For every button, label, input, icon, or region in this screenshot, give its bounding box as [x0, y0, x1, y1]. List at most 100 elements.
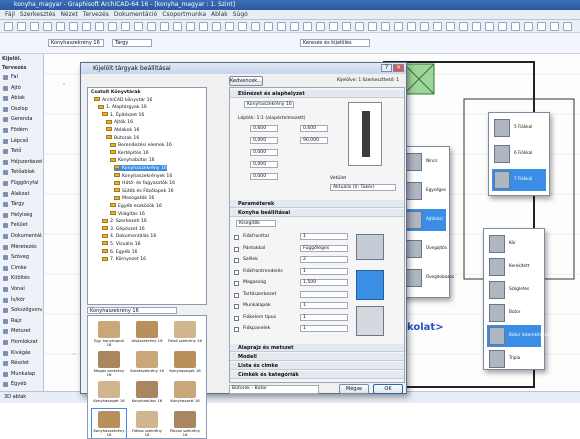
tool-item[interactable]: Metszet — [2, 327, 42, 336]
field-checkbox[interactable] — [234, 315, 239, 321]
toolbar-icon[interactable] — [433, 22, 442, 31]
tool-item[interactable]: Oszlop — [2, 105, 42, 114]
tool-item[interactable]: Tárgy — [2, 200, 42, 209]
toolbar-icon[interactable] — [173, 22, 182, 31]
toolbar-icon[interactable] — [160, 22, 169, 31]
tool-item[interactable]: Függönyfal — [2, 179, 42, 188]
toolbar-icon[interactable] — [511, 22, 520, 31]
ok-button[interactable]: OK — [373, 384, 403, 394]
tool-item[interactable]: Ablak — [2, 94, 42, 103]
tool-item[interactable]: Kivágás — [2, 349, 42, 358]
object-thumb[interactable]: Alsószekrény 16 — [130, 319, 164, 348]
menu-item[interactable]: Fájl — [5, 11, 15, 18]
find-select-button[interactable]: Keresés és kijelölés — [300, 39, 370, 47]
object-thumb[interactable]: Sarokszekrény 16 — [130, 349, 164, 378]
field-value[interactable]: Függőleges — [300, 244, 348, 252]
tree-item[interactable]: Egyéb eszközök 16 — [110, 203, 162, 209]
tree-item[interactable]: ArchiCAD könyvtár 16 — [94, 97, 152, 103]
toolbar-icon[interactable] — [238, 22, 247, 31]
tool-item[interactable]: Homlokzat — [2, 338, 42, 347]
collapsed-section[interactable]: Alaprajz és metszet — [230, 344, 404, 352]
object-info-button[interactable]: Tárgy — [112, 39, 152, 47]
collapsed-section[interactable]: Lista és cimke — [230, 362, 404, 370]
tool-item[interactable]: Tetőablak — [2, 168, 42, 177]
toolbar-icon[interactable] — [147, 22, 156, 31]
field-checkbox[interactable] — [234, 327, 239, 332]
menu-item[interactable]: Csoportmunka — [162, 11, 206, 18]
object-thumb[interactable]: Magas szekrény 16 — [92, 349, 126, 378]
popup-option[interactable]: Ajtókkal — [404, 209, 446, 231]
object-thumb[interactable]: Egy. konyhapult 16 — [92, 319, 126, 348]
object-thumbnails[interactable]: Egy. konyhapult 16 Alsószekrény 16 Felső s… — [87, 315, 207, 439]
popup-option[interactable]: Bútor — [487, 302, 541, 324]
toolbar-icon[interactable] — [459, 22, 468, 31]
tool-item[interactable]: Részlet — [2, 359, 42, 368]
object-thumb[interactable]: Konyhaszekrény 16 — [91, 408, 127, 438]
tree-item[interactable]: 3. Gépészet 16 — [102, 226, 145, 232]
toolbar-icon[interactable] — [95, 22, 104, 31]
toolbar-icon[interactable] — [264, 22, 273, 31]
floor-field[interactable]: Konyhaszekrény 16 — [48, 39, 104, 47]
tool-item[interactable]: Dokumentálás — [2, 232, 42, 241]
toolbar-icon[interactable] — [290, 22, 299, 31]
tree-item[interactable]: Sütők és Főzőlapok 16 — [114, 188, 174, 194]
toolbar-icon[interactable] — [472, 22, 481, 31]
field-value[interactable]: 1 — [300, 313, 348, 321]
toolbar-icon[interactable] — [537, 22, 546, 31]
toolbar-icon[interactable] — [134, 22, 143, 31]
toolbar-icon[interactable] — [368, 22, 377, 31]
library-tree[interactable]: Csatolt Könyvtárak ArchiCAD könyvtár 16 1.… — [87, 87, 207, 305]
toolbar-icon[interactable] — [277, 22, 286, 31]
tree-item[interactable]: Konyhaszekrények 16 — [114, 173, 172, 179]
toolbar-icon[interactable] — [225, 22, 234, 31]
toolbar-icon[interactable] — [563, 22, 572, 31]
tool-item[interactable]: Ajtó — [2, 84, 42, 93]
popup-option[interactable]: 6 Fiókkal — [492, 143, 546, 165]
toolbar-icon[interactable] — [498, 22, 507, 31]
handle-preview[interactable] — [356, 306, 384, 336]
object-thumb[interactable]: Konyhabútor 16 — [130, 379, 164, 408]
tree-item[interactable]: Konyhaszekrény 16 — [114, 165, 167, 172]
toolbar-icon[interactable] — [381, 22, 390, 31]
field-checkbox[interactable] — [234, 258, 239, 263]
tree-root[interactable]: Csatolt Könyvtárak — [91, 90, 141, 96]
toolbar-icon[interactable] — [56, 22, 65, 31]
object-thumb[interactable]: Konyhasziget 16 — [92, 379, 126, 408]
tool-item[interactable]: Cimke — [2, 264, 42, 273]
frame-preview[interactable] — [356, 234, 384, 260]
field-checkbox[interactable] — [234, 304, 239, 309]
toolbar-icon[interactable] — [30, 22, 39, 31]
toolbar-icon[interactable] — [394, 22, 403, 31]
field-value[interactable]: 1 — [300, 267, 348, 275]
object-thumb[interactable]: Konyhaszett 16 — [168, 379, 202, 408]
tool-item[interactable]: Egyéb — [2, 380, 42, 389]
tree-item[interactable]: 2. Szerkezeti 16 — [102, 218, 147, 225]
tree-item[interactable]: 1. Építészet 16 — [102, 112, 144, 118]
height-a-field[interactable]: 0,000 — [250, 137, 278, 144]
field-checkbox[interactable] — [234, 246, 239, 252]
view-select[interactable]: Aktuális (0: Tükör) — [330, 184, 396, 191]
tool-item[interactable]: Tető — [2, 147, 42, 156]
field-value[interactable] — [300, 290, 348, 298]
popup-option[interactable]: Nincs — [404, 151, 446, 173]
popup-option[interactable]: Szögletes — [487, 279, 541, 301]
field-checkbox[interactable] — [234, 292, 239, 298]
tree-item[interactable]: Világítás 16 — [110, 211, 145, 217]
toolbar-icon[interactable] — [212, 22, 221, 31]
tool-item[interactable]: Fal — [2, 73, 42, 82]
object-thumb[interactable]: Fiókos szekrény 16 — [130, 409, 164, 438]
menu-item[interactable]: Nézet — [60, 11, 77, 18]
menu-item[interactable]: Szerkesztés — [20, 11, 56, 18]
toolbar-icon[interactable] — [355, 22, 364, 31]
popup-option[interactable]: Üvegajtós — [404, 238, 447, 260]
popup-option[interactable]: Üvegdobozos — [404, 267, 454, 289]
toolbar-icon[interactable] — [108, 22, 117, 31]
value-field-3[interactable]: 0,000 — [250, 173, 278, 180]
layer-select[interactable]: Bútorok - Bútor — [229, 385, 319, 394]
object-name-field[interactable]: Konyhaszekrény 16 — [244, 101, 294, 108]
tool-item[interactable]: Felület — [2, 221, 42, 230]
toolbar-icon[interactable] — [485, 22, 494, 31]
collapsed-section[interactable]: Címkék és kategóriák — [230, 371, 404, 379]
params-section-header[interactable]: Paraméterek — [230, 200, 404, 208]
tool-item[interactable]: Sokszögvonal — [2, 306, 42, 315]
